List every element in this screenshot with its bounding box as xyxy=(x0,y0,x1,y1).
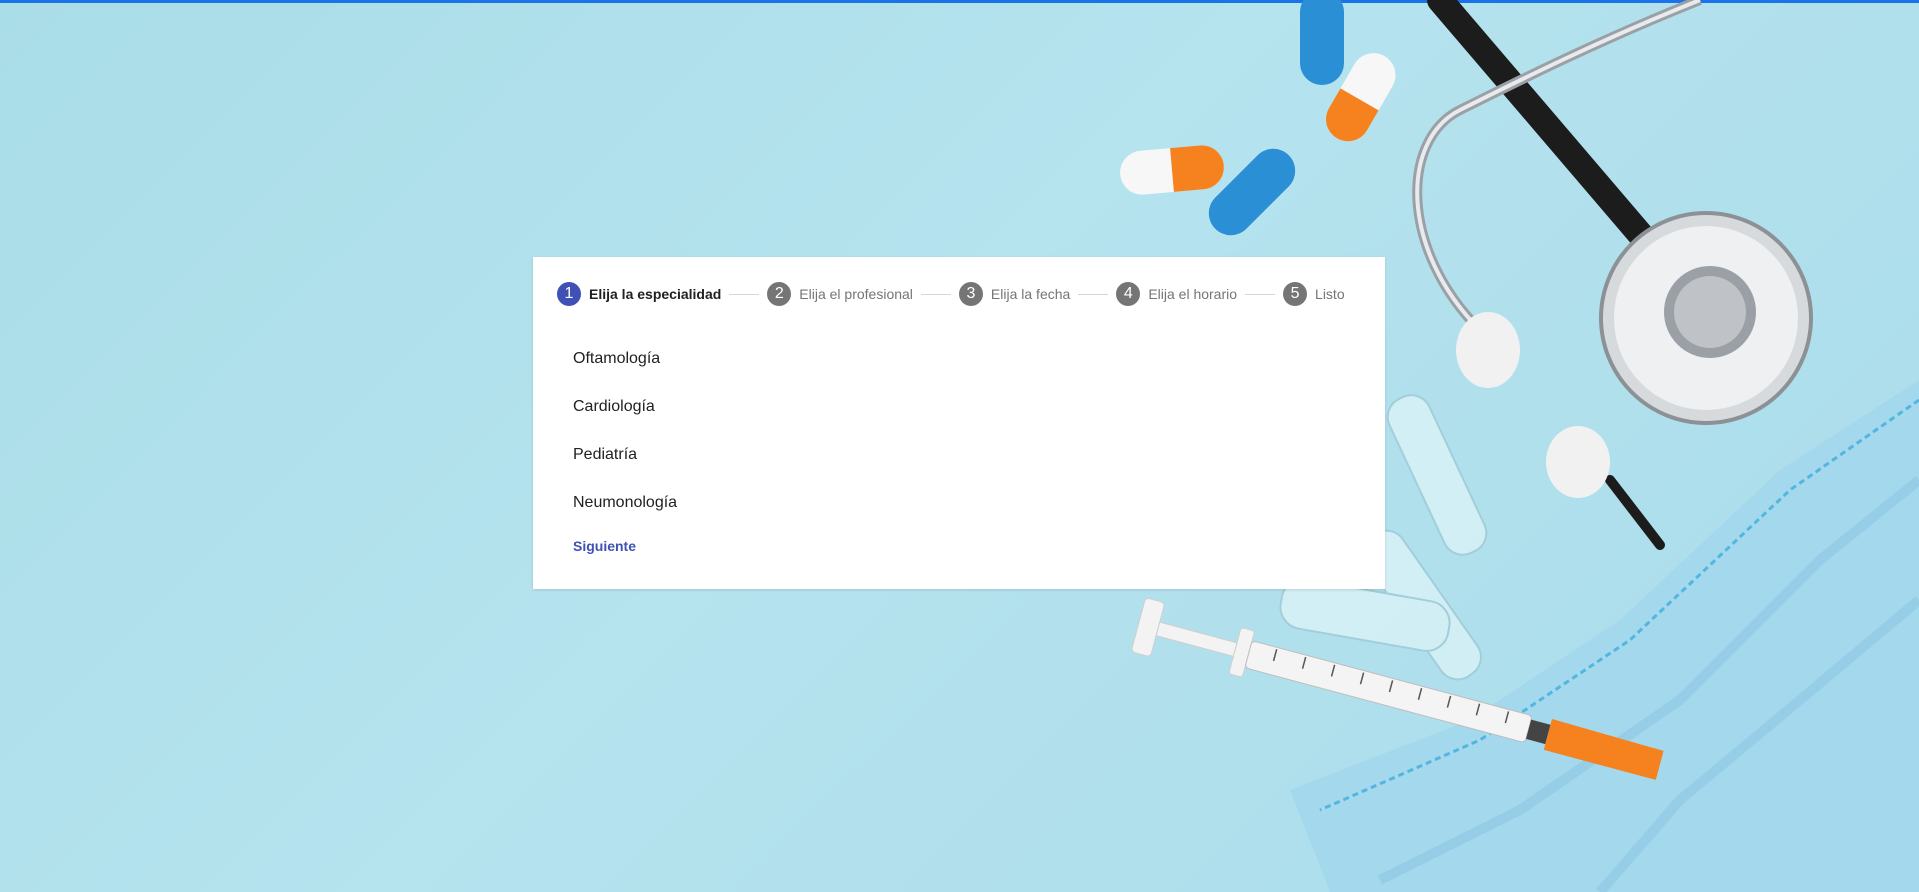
step-number-badge: 4 xyxy=(1116,282,1141,306)
appointment-stepper-card: 1 Elija la especialidad 2 Elija el profe… xyxy=(533,257,1385,589)
step-label: Elija la especialidad xyxy=(589,286,722,302)
specialty-option-cardiologia[interactable]: Cardiología xyxy=(573,397,677,445)
step-connector xyxy=(1245,293,1276,295)
specialty-option-neumonologia[interactable]: Neumonología xyxy=(573,493,677,541)
step-time[interactable]: 4 Elija el horario xyxy=(1116,281,1237,307)
step-number-badge: 2 xyxy=(767,282,792,306)
step-professional[interactable]: 2 Elija el profesional xyxy=(767,281,913,307)
step-specialty[interactable]: 1 Elija la especialidad xyxy=(557,281,721,307)
step-connector xyxy=(729,293,760,295)
specialty-option-pediatria[interactable]: Pediatría xyxy=(573,445,677,493)
step-done[interactable]: 5 Listo xyxy=(1283,281,1345,307)
step-date[interactable]: 3 Elija la fecha xyxy=(958,281,1071,307)
step-number-badge: 1 xyxy=(557,282,581,306)
step-label: Elija el horario xyxy=(1148,286,1238,302)
step-connector xyxy=(1078,293,1109,295)
pill-white-orange xyxy=(1120,145,1224,195)
pill-blue-top xyxy=(1300,0,1344,85)
step-connector xyxy=(920,293,951,295)
step-label: Elija el profesional xyxy=(799,286,913,302)
next-button[interactable]: Siguiente xyxy=(573,538,636,554)
specialty-option-oftamologia[interactable]: Oftamología xyxy=(573,349,677,397)
step-label: Listo xyxy=(1315,286,1345,302)
page-background: 1 Elija la especialidad 2 Elija el profe… xyxy=(0,0,1919,892)
step-number-badge: 3 xyxy=(958,282,983,306)
stepper-header: 1 Elija la especialidad 2 Elija el profe… xyxy=(557,281,1345,307)
step-number-badge: 5 xyxy=(1283,282,1308,306)
step-label: Elija la fecha xyxy=(990,286,1071,302)
stethoscope xyxy=(1412,0,1813,550)
specialty-list: Oftamología Cardiología Pediatría Neumon… xyxy=(573,349,677,541)
